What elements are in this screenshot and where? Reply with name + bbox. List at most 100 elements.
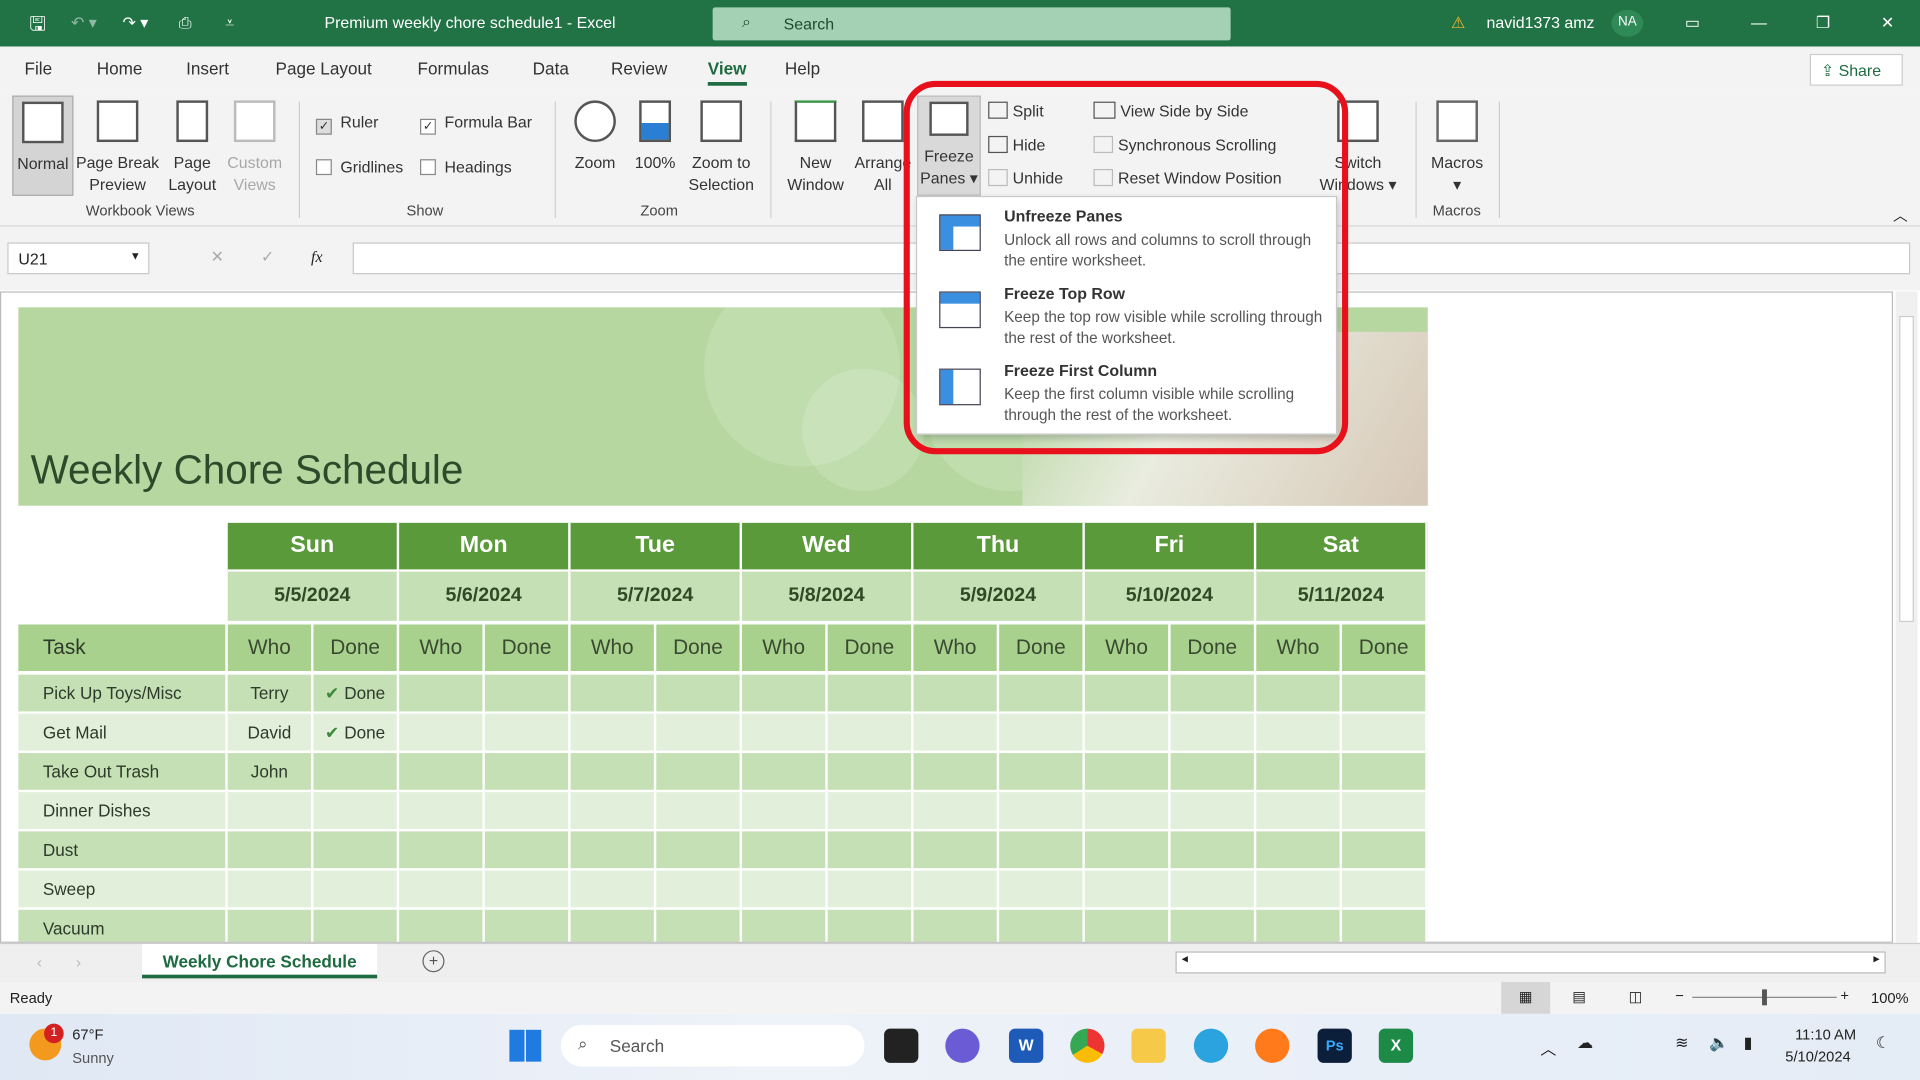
who-cell[interactable]	[570, 909, 657, 942]
who-cell[interactable]	[399, 870, 485, 910]
normal-view-icon[interactable]: ▦	[1501, 982, 1551, 1014]
done-cell[interactable]	[1342, 909, 1428, 942]
avatar[interactable]: NA	[1611, 9, 1644, 37]
zoom-slider-thumb[interactable]	[1762, 989, 1767, 1006]
task-name[interactable]: Pick Up Toys/Misc	[18, 674, 228, 714]
task-name[interactable]: Take Out Trash	[18, 753, 228, 793]
who-cell[interactable]	[1084, 870, 1171, 910]
print-icon[interactable]: ⎙	[179, 13, 192, 33]
date-cell[interactable]: 5/9/2024	[913, 571, 1085, 624]
scroll-left-icon[interactable]: ◂	[1182, 953, 1188, 966]
warning-icon[interactable]: ⚠	[1451, 13, 1465, 33]
switch-windows-button[interactable]: Switch Windows ▾	[1313, 96, 1404, 196]
done-cell[interactable]	[656, 713, 743, 754]
done-header[interactable]: Done	[827, 624, 914, 674]
taskbar-search[interactable]: ⌕ Search	[560, 1024, 865, 1067]
who-header[interactable]: Who	[913, 624, 1000, 674]
done-cell[interactable]	[484, 909, 571, 942]
word-icon[interactable]: W	[1008, 1028, 1044, 1063]
who-cell[interactable]	[1084, 674, 1171, 714]
hide-button[interactable]: Hide	[988, 135, 1045, 154]
ribbon-display-icon[interactable]: ▭	[1685, 13, 1700, 33]
who-cell[interactable]	[913, 753, 1000, 793]
split-button[interactable]: Split	[988, 101, 1044, 120]
temperature[interactable]: 67°F	[72, 1026, 103, 1043]
zoom-out-icon[interactable]: −	[1675, 987, 1684, 1004]
page-break-view-icon[interactable]: ◫	[1629, 988, 1643, 1005]
done-cell[interactable]	[484, 831, 571, 871]
photoshop-icon[interactable]: Ps	[1317, 1028, 1352, 1063]
day-header[interactable]: Mon	[399, 522, 571, 572]
done-cell[interactable]	[656, 674, 743, 714]
who-cell[interactable]	[570, 831, 657, 871]
task-header[interactable]: Task	[18, 624, 228, 674]
date-cell[interactable]: 5/5/2024	[227, 571, 400, 624]
done-cell[interactable]	[1342, 674, 1428, 714]
who-cell[interactable]	[742, 713, 828, 754]
done-cell[interactable]	[999, 909, 1085, 942]
macros-button[interactable]: Macros ▾	[1425, 96, 1489, 196]
task-name[interactable]: Get Mail	[18, 713, 228, 754]
task-view-icon[interactable]	[884, 1028, 919, 1063]
done-header[interactable]: Done	[1342, 624, 1428, 674]
horizontal-scrollbar[interactable]: ◂ ▸	[1175, 951, 1886, 974]
who-cell[interactable]	[570, 753, 657, 793]
done-header[interactable]: Done	[999, 624, 1085, 674]
done-cell[interactable]	[827, 713, 914, 754]
who-header[interactable]: Who	[399, 624, 485, 674]
done-cell[interactable]	[1170, 713, 1257, 754]
notifications-icon[interactable]: ☾	[1876, 1033, 1890, 1053]
formula-bar-checkbox[interactable]: ✓ Formula Bar	[420, 113, 532, 135]
done-cell[interactable]	[999, 713, 1085, 754]
who-cell[interactable]	[1256, 713, 1343, 754]
tab-insert[interactable]: Insert	[186, 59, 229, 79]
done-cell[interactable]	[999, 674, 1085, 714]
date-cell[interactable]: 5/8/2024	[742, 571, 914, 624]
done-cell[interactable]	[656, 831, 743, 871]
who-cell[interactable]	[399, 674, 485, 714]
add-sheet-icon[interactable]: +	[422, 950, 445, 973]
who-cell[interactable]	[913, 792, 1000, 832]
who-cell[interactable]	[227, 870, 314, 910]
done-header[interactable]: Done	[1170, 624, 1257, 674]
who-cell[interactable]	[913, 909, 1000, 942]
insert-function-icon[interactable]: fx	[311, 247, 322, 267]
done-cell[interactable]	[999, 831, 1085, 871]
done-cell[interactable]	[656, 792, 743, 832]
name-box[interactable]: U21 ▼	[7, 242, 150, 275]
done-cell[interactable]	[656, 909, 743, 942]
done-cell[interactable]	[1342, 713, 1428, 754]
collapse-ribbon-icon[interactable]: ︿	[1893, 204, 1908, 225]
done-cell[interactable]	[1170, 831, 1257, 871]
done-cell[interactable]	[999, 792, 1085, 832]
headings-checkbox[interactable]: Headings	[420, 158, 512, 176]
who-cell[interactable]	[1084, 831, 1171, 871]
who-header[interactable]: Who	[1084, 624, 1171, 674]
zoom-button[interactable]: Zoom	[568, 96, 622, 174]
done-cell[interactable]	[999, 870, 1085, 910]
onedrive-icon[interactable]: ☁	[1577, 1033, 1593, 1053]
prev-sheet-icon[interactable]: ‹	[37, 953, 42, 971]
done-cell[interactable]	[313, 831, 400, 871]
done-cell[interactable]	[827, 753, 914, 793]
day-header[interactable]: Sun	[227, 522, 400, 572]
reset-window-position-button[interactable]: Reset Window Position	[1093, 168, 1282, 187]
page-break-preview-button[interactable]: Page Break Preview	[76, 96, 159, 196]
who-cell[interactable]	[227, 909, 314, 942]
done-cell[interactable]	[313, 870, 400, 910]
who-cell[interactable]	[570, 870, 657, 910]
who-cell[interactable]	[742, 870, 828, 910]
done-cell[interactable]	[1342, 831, 1428, 871]
who-cell[interactable]	[742, 753, 828, 793]
restore-button[interactable]: ❐	[1816, 13, 1830, 33]
scroll-right-icon[interactable]: ▸	[1873, 953, 1879, 966]
who-cell[interactable]	[1084, 713, 1171, 754]
search-box[interactable]: ⌕ Search	[712, 7, 1231, 41]
show-hidden-icons[interactable]: ︿	[1540, 1036, 1556, 1059]
done-cell[interactable]: ✔ Done	[313, 674, 400, 714]
done-cell[interactable]	[1170, 909, 1257, 942]
cancel-icon[interactable]: ✕	[211, 247, 224, 267]
who-cell[interactable]	[399, 909, 485, 942]
next-sheet-icon[interactable]: ›	[76, 953, 81, 971]
done-cell[interactable]	[827, 909, 914, 942]
